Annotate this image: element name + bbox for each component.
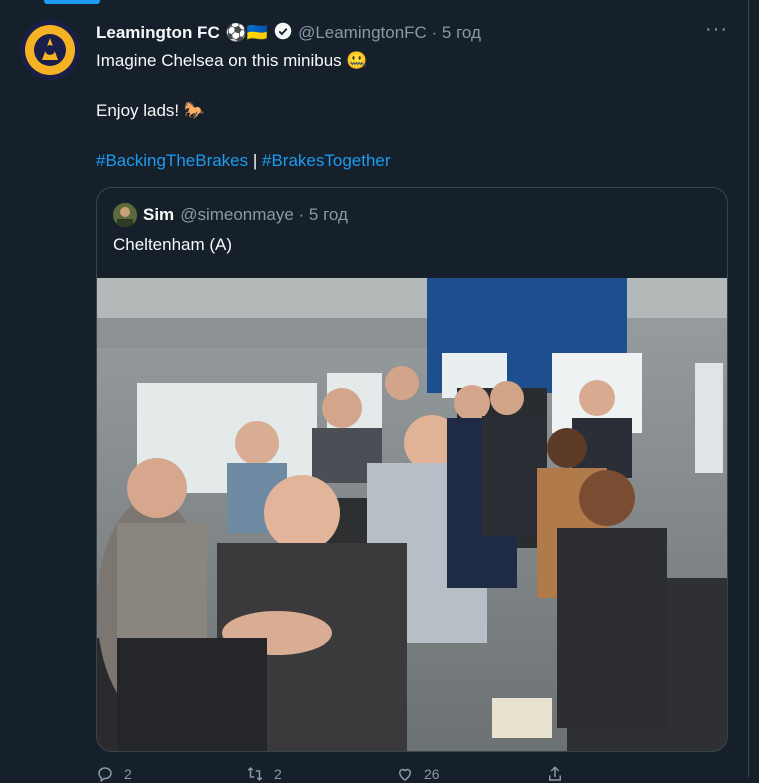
hashtag-link[interactable]: #BackingTheBrakes [96,151,248,170]
football-flag-badges: ⚽🇺🇦 [225,23,269,42]
retweet-button[interactable]: 2 [246,765,396,783]
reply-icon [98,767,112,783]
heart-icon [398,768,412,781]
avatar[interactable] [20,20,80,80]
tweet-text: Imagine Chelsea on this minibus 🤐 Enjoy … [96,48,726,173]
tweet[interactable]: Leamington FC ⚽🇺🇦 @LeamingtonFC · 5 год … [0,0,748,783]
leamington-crest-icon [20,20,80,80]
tweet-line-2: Enjoy lads! 🐎 [96,101,206,120]
more-options-button[interactable]: ··· [705,19,728,39]
reply-button[interactable]: 2 [96,765,246,783]
quoted-header: Sim @simeonmaye · 5 год [113,203,348,227]
quoted-avatar [113,203,137,227]
quoted-author-name: Sim [143,205,175,224]
author-name[interactable]: Leamington FC [96,23,220,43]
photo-illustration [97,278,727,751]
verified-badge-icon [274,22,292,45]
quoted-author-handle-time: @simeonmaye · 5 год [180,205,348,224]
hashtag-link[interactable]: #BrakesTogether [262,151,391,170]
like-count: 26 [424,766,440,782]
tweet-line-1: Imagine Chelsea on this minibus 🤐 [96,51,368,70]
hashtag-separator: | [248,151,263,170]
retweet-count: 2 [274,766,282,782]
tweet-hashtags: #BackingTheBrakes | #BrakesTogether [96,148,726,173]
share-icon [549,766,561,781]
like-button[interactable]: 26 [396,765,546,783]
retweet-icon [247,766,263,782]
minibus-team-photo[interactable] [97,278,727,751]
quoted-tweet[interactable]: Sim @simeonmaye · 5 год Cheltenham (A) [96,187,728,752]
reply-count: 2 [124,766,132,782]
author-handle-time[interactable]: @LeamingtonFC · 5 год [298,23,481,43]
share-button[interactable] [546,765,696,783]
quoted-text: Cheltenham (A) [113,235,233,254]
user-avatar-icon [113,203,137,227]
timeline-divider [748,0,749,777]
tweet-actions: 2 2 26 [96,765,696,783]
tweet-header: Leamington FC ⚽🇺🇦 @LeamingtonFC · 5 год [96,22,481,44]
